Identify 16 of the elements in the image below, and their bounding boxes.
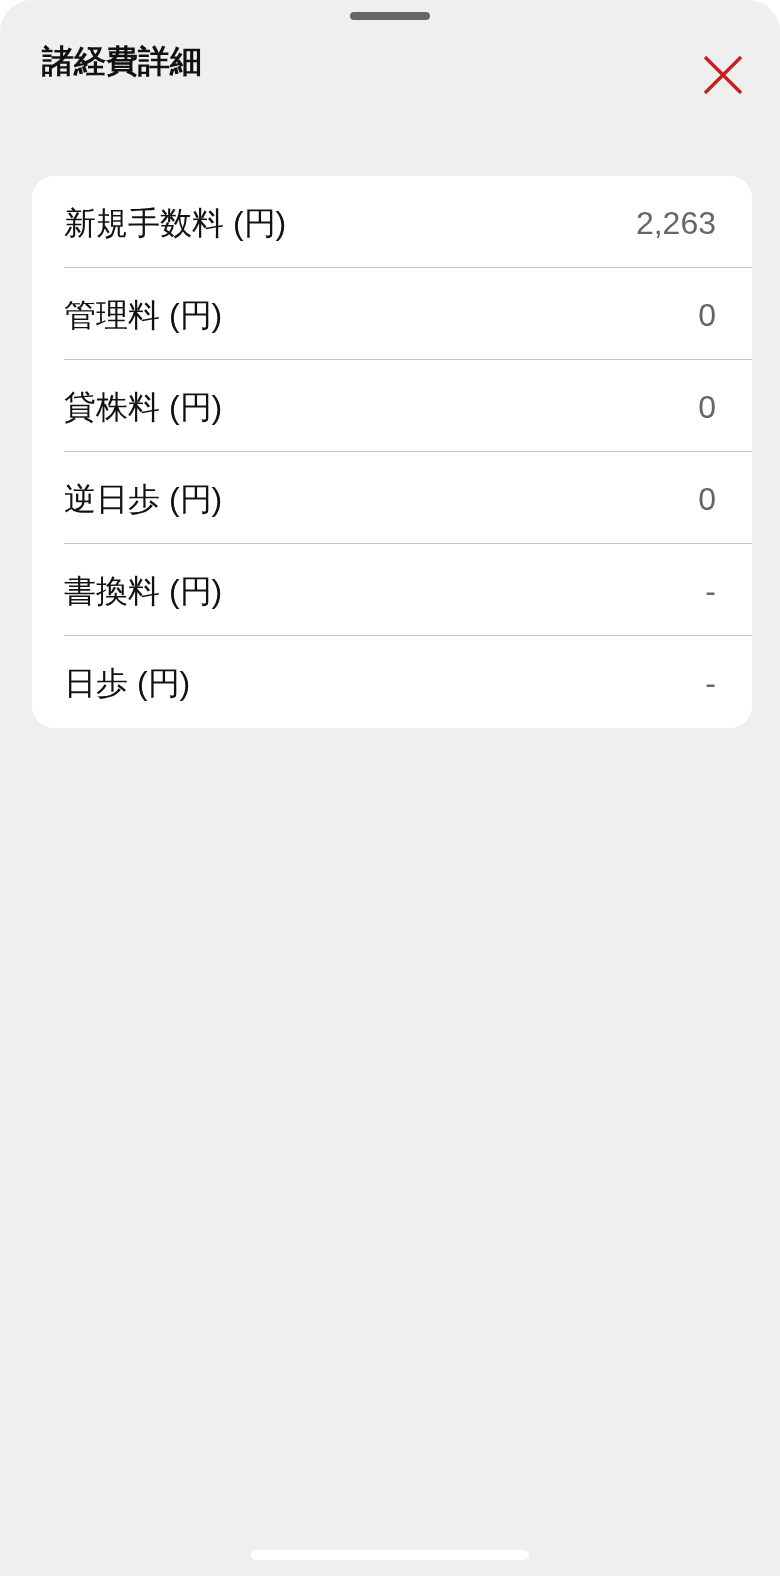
sheet-title: 諸経費詳細 xyxy=(42,42,202,81)
close-button[interactable] xyxy=(704,56,742,94)
fee-label: 貸株料 (円) xyxy=(64,387,223,427)
fee-value: 0 xyxy=(698,387,716,427)
drag-handle[interactable] xyxy=(350,12,430,20)
fee-value: - xyxy=(705,571,716,611)
fee-label: 書換料 (円) xyxy=(64,571,223,611)
fee-value: 2,263 xyxy=(635,203,716,243)
fee-value: 0 xyxy=(698,479,716,519)
close-icon xyxy=(704,56,742,94)
fee-label: 管理料 (円) xyxy=(64,295,223,335)
fee-label: 日歩 (円) xyxy=(64,664,191,703)
fee-label: 新規手数料 (円) xyxy=(64,203,287,243)
fee-label: 逆日歩 (円) xyxy=(64,479,223,519)
fee-value: 0 xyxy=(698,295,716,335)
fee-value: - xyxy=(705,664,716,703)
